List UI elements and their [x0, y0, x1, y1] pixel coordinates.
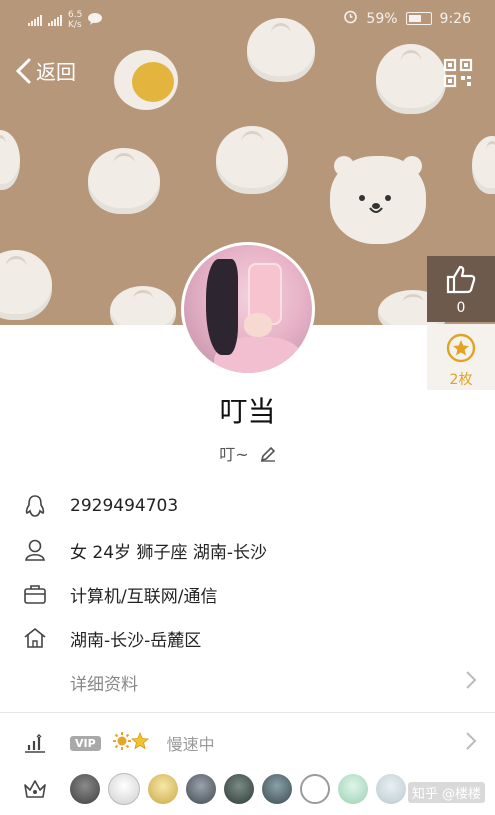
level-sun-icon [112, 732, 131, 754]
divider [0, 712, 495, 713]
thumbs-up-icon [427, 264, 495, 298]
badge-list [70, 773, 406, 805]
back-arrow-icon [15, 58, 31, 83]
star-medal-icon [427, 333, 495, 367]
briefcase-icon [0, 583, 70, 605]
badge-icon [262, 774, 292, 804]
top-bar: 返回 [0, 52, 495, 92]
medal-count: 2枚 [449, 372, 473, 388]
alarm-icon [343, 9, 358, 28]
qq-number-row: 2929494703 [0, 484, 495, 528]
badge-icon [186, 774, 216, 804]
home-icon [0, 626, 70, 650]
signature-row[interactable]: 叮~ [0, 441, 495, 466]
network-speed-unit: K/s [68, 20, 82, 30]
medal-button[interactable]: 2枚 [427, 324, 495, 390]
back-button[interactable]: 返回 [14, 56, 76, 85]
detail-profile-row[interactable]: 详细资料 [0, 660, 495, 704]
diamond-badge-icon [108, 773, 140, 805]
qr-code-button[interactable] [443, 58, 473, 92]
level-star-icon [130, 731, 149, 754]
person-icon [0, 538, 70, 562]
bun-decoration [472, 136, 495, 194]
battery-icon [405, 12, 432, 25]
hometown-row: 湖南-长沙-岳麓区 [0, 616, 495, 660]
diamond-badge-icon [148, 774, 178, 804]
hometown: 湖南-长沙-岳麓区 [70, 630, 202, 651]
signal-icon [48, 14, 62, 26]
bun-decoration [88, 148, 160, 214]
status-bar: 6.5 K/s 59% 9:26 [0, 0, 495, 38]
battery-percent: 59% [366, 10, 398, 27]
level-chart-icon [0, 732, 70, 754]
signal-icon [28, 14, 42, 26]
basic-info-row: 女 24岁 狮子座 湖南-长沙 [0, 528, 495, 572]
cloud-badge-icon [300, 774, 330, 804]
bun-decoration [110, 286, 176, 325]
crown-icon [0, 778, 70, 800]
like-count: 0 [456, 300, 466, 316]
qq-number: 2929494703 [70, 496, 179, 516]
avatar[interactable] [181, 242, 315, 376]
chat-bubble-icon [88, 12, 103, 28]
back-label: 返回 [36, 60, 76, 84]
like-button[interactable]: 0 [427, 256, 495, 322]
network-speed-value: 6.5 [68, 10, 83, 20]
bun-decoration [0, 250, 52, 320]
occupation-row: 计算机/互联网/通信 [0, 572, 495, 616]
basic-info: 女 24岁 狮子座 湖南-长沙 [70, 542, 267, 563]
watermark: 知乎 @楼楼 [407, 782, 485, 803]
chevron-right-icon [465, 670, 477, 694]
diamond-badge-icon [338, 774, 368, 804]
signature-text: 叮~ [219, 445, 249, 464]
star-badge-icon [376, 774, 406, 804]
clock-time: 9:26 [439, 10, 471, 27]
avatar-hand [244, 313, 272, 337]
level-row[interactable]: VIP 慢速中 [0, 721, 495, 765]
vip-badge: VIP [70, 735, 101, 751]
bun-decoration [216, 126, 288, 194]
badge-icon [224, 774, 254, 804]
qr-code-icon [443, 58, 473, 88]
chevron-right-icon [465, 731, 477, 755]
bear-decoration [330, 156, 426, 244]
bun-decoration [0, 130, 20, 190]
detail-profile-label: 详细资料 [70, 674, 138, 695]
penguin-icon [0, 494, 70, 518]
avatar-hair [206, 259, 238, 355]
badge-icon [70, 774, 100, 804]
acceleration-status: 慢速中 [166, 735, 215, 754]
nickname: 叮当 [219, 395, 276, 428]
edit-pencil-icon[interactable] [260, 446, 276, 466]
occupation: 计算机/互联网/通信 [70, 586, 218, 607]
